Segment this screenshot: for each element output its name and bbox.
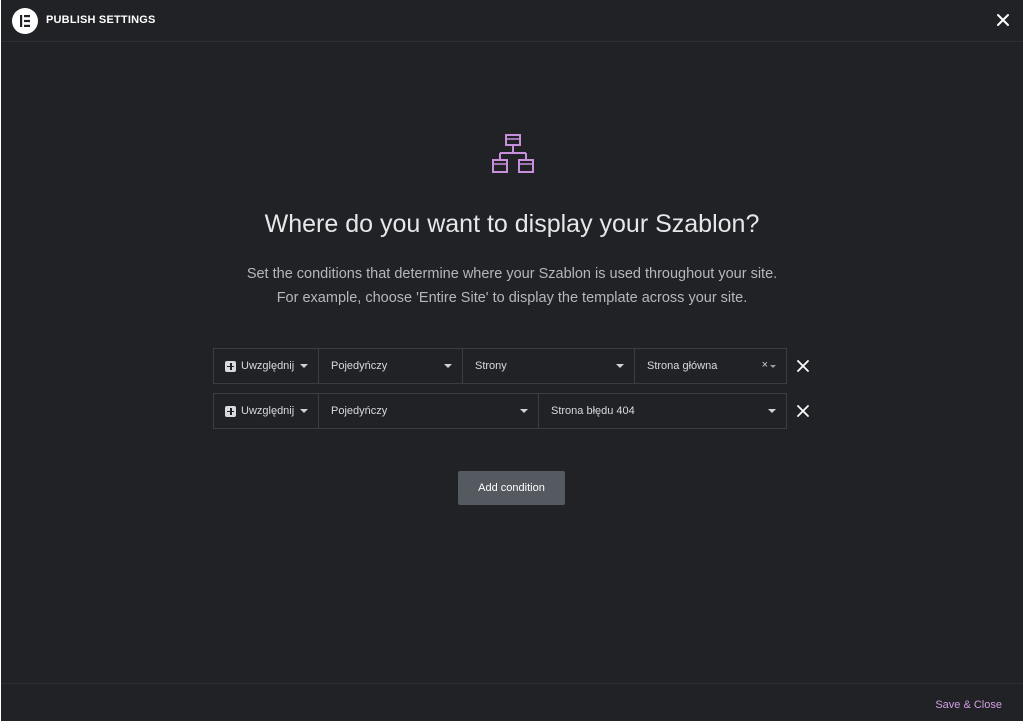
- condition-row: Uwzględnij Pojedyńczy Strony Strona głów…: [213, 348, 787, 384]
- close-icon[interactable]: [995, 12, 1011, 28]
- caret-down-icon: [520, 409, 528, 413]
- modal-header: PUBLISH SETTINGS: [1, 0, 1023, 42]
- publish-settings-modal: PUBLISH SETTINGS Where do you want to di…: [1, 0, 1023, 721]
- caret-down-icon: [616, 364, 624, 368]
- plus-square-icon: [225, 360, 236, 372]
- caret-down-icon: [300, 409, 308, 413]
- remove-condition-icon[interactable]: [796, 404, 810, 418]
- condition-name-value: Pojedyńczy: [331, 360, 388, 372]
- condition-subname-value: Strona błędu 404: [551, 405, 635, 417]
- add-condition-button[interactable]: Add condition: [458, 471, 565, 505]
- remove-condition-icon[interactable]: [796, 359, 810, 373]
- clear-selection-icon[interactable]: ×: [762, 359, 768, 371]
- caret-down-icon: [300, 364, 308, 368]
- condition-name-select[interactable]: Pojedyńczy: [319, 349, 463, 383]
- modal-footer: Save & Close: [1, 683, 1023, 721]
- condition-type-select[interactable]: Uwzględnij: [214, 394, 319, 428]
- description-line-2: For example, choose 'Entire Site' to dis…: [276, 290, 748, 306]
- page-description: Set the conditions that determine where …: [1, 262, 1023, 310]
- plus-square-icon: [225, 405, 236, 417]
- condition-subname-select[interactable]: Strony: [463, 349, 635, 383]
- elementor-logo-icon: [12, 8, 38, 34]
- caret-down-icon: [770, 365, 776, 368]
- caret-down-icon: [444, 364, 452, 368]
- condition-row: Uwzględnij Pojedyńczy Strona błędu 404: [213, 393, 787, 429]
- condition-name-select[interactable]: Pojedyńczy: [319, 394, 539, 428]
- condition-type-select[interactable]: Uwzględnij: [214, 349, 319, 383]
- condition-subname-select[interactable]: Strona błędu 404: [539, 394, 786, 428]
- caret-down-icon: [768, 409, 776, 413]
- condition-type-value: Uwzględnij: [241, 360, 295, 372]
- page-title: Where do you want to display your Szablo…: [264, 210, 760, 238]
- condition-type-value: Uwzględnij: [241, 405, 295, 417]
- condition-subname-value: Strony: [475, 360, 507, 372]
- sitemap-icon: [490, 133, 536, 175]
- condition-subid-value: Strona główna: [647, 360, 718, 372]
- description-line-1: Set the conditions that determine where …: [246, 266, 778, 282]
- save-close-button[interactable]: Save & Close: [935, 699, 1002, 711]
- condition-name-value: Pojedyńczy: [331, 405, 388, 417]
- condition-subid-select[interactable]: Strona główna ×: [635, 349, 786, 383]
- modal-title: PUBLISH SETTINGS: [46, 14, 156, 26]
